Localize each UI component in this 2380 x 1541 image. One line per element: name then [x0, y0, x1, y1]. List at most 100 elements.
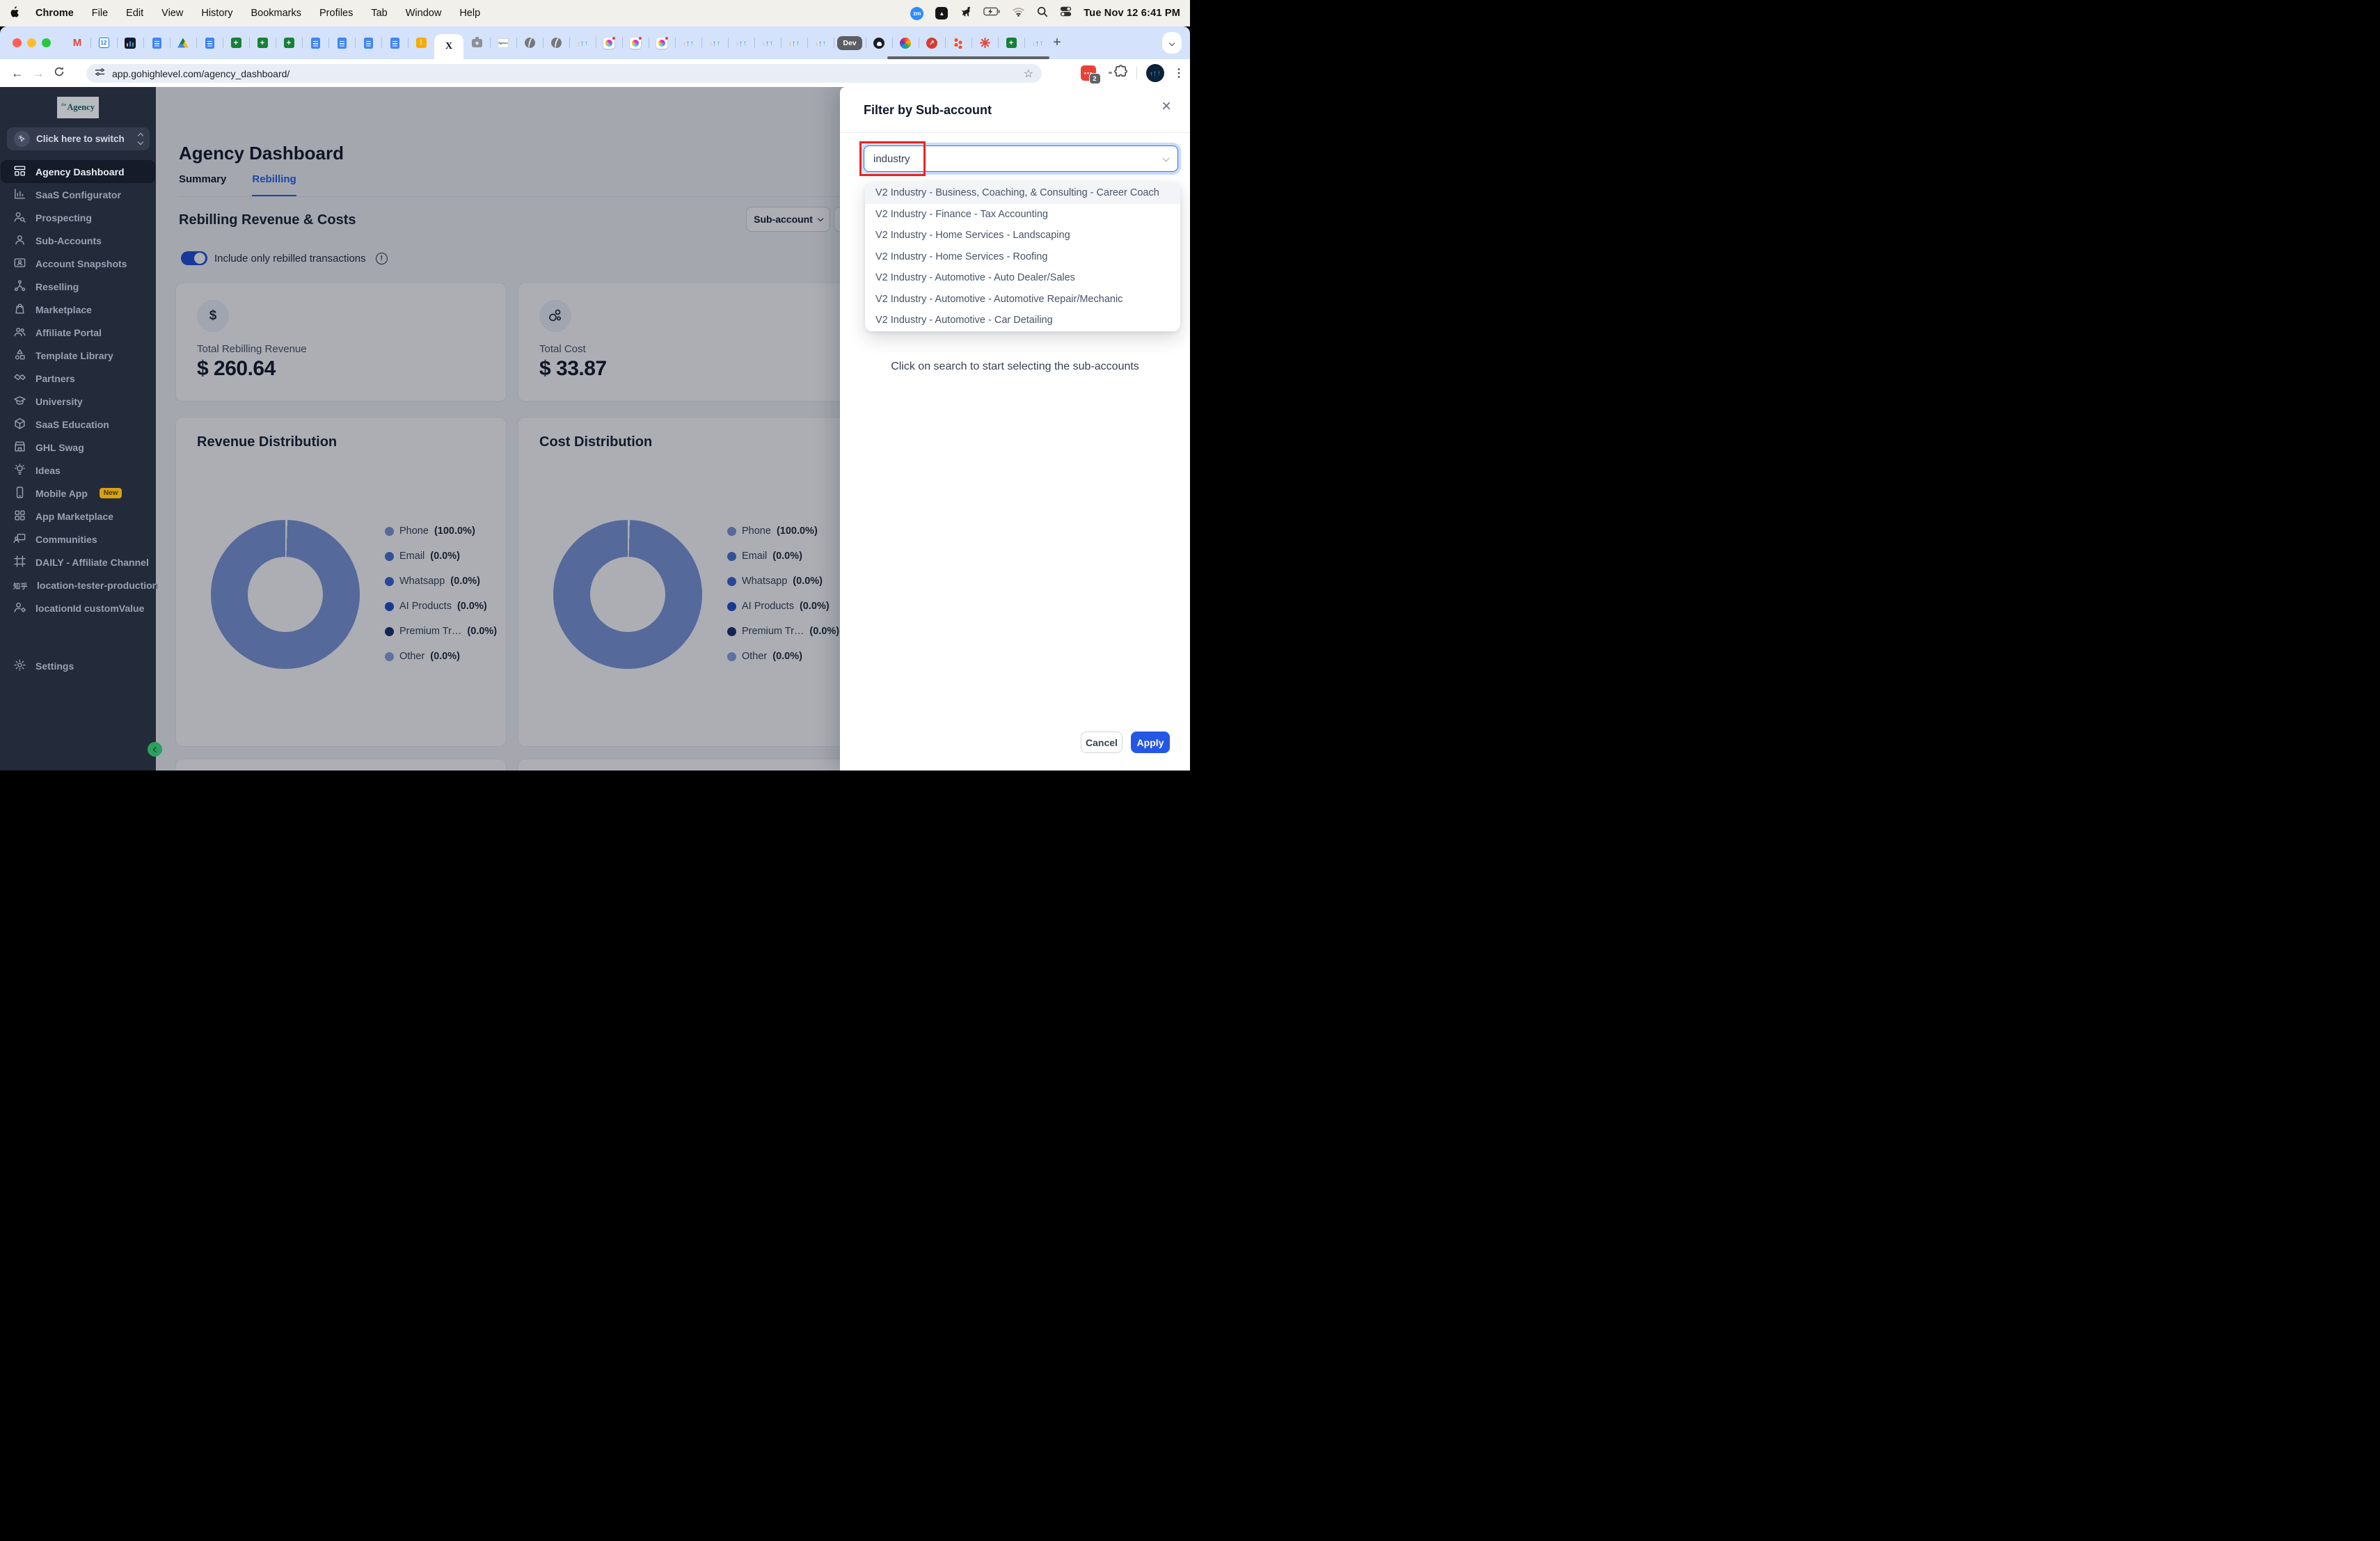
menubar-menu-view[interactable]: View: [161, 8, 183, 19]
sidebar-item-saas-education[interactable]: SaaS Education: [1, 413, 155, 436]
sidebar-item-partners[interactable]: Partners: [1, 367, 155, 390]
browser-tab-arrows-icon[interactable]: ↑↑↑: [675, 26, 701, 59]
spotlight-search-icon[interactable]: [1037, 6, 1048, 21]
sidebar-item-agency-dashboard[interactable]: Agency Dashboard: [1, 160, 155, 183]
browser-tab-arrows-icon[interactable]: ↑↑↑: [569, 26, 596, 59]
browser-tab-calendar-icon[interactable]: 12: [90, 26, 117, 59]
address-bar[interactable]: app.gohighlevel.com/agency_dashboard/ ☆: [86, 64, 1042, 83]
sidebar-item-sub-accounts[interactable]: Sub-Accounts: [1, 229, 155, 252]
browser-tab-x-icon[interactable]: X: [434, 34, 463, 59]
sidebar-item-template-library[interactable]: Template Library: [1, 344, 155, 367]
sidebar-item-affiliate-portal[interactable]: Affiliate Portal: [1, 321, 155, 344]
sidebar-item-ideas[interactable]: Ideas: [1, 459, 155, 482]
sidebar-item-mobile-app[interactable]: Mobile AppNew: [1, 482, 155, 505]
browser-tab-globe-icon[interactable]: [543, 26, 569, 59]
browser-tab-agency-icon[interactable]: Agency: [490, 26, 516, 59]
sidebar-item-app-marketplace[interactable]: App Marketplace: [1, 505, 155, 528]
extensions-puzzle-icon[interactable]: [1114, 65, 1127, 81]
tab-search-button[interactable]: [1162, 32, 1182, 54]
window-zoom-button[interactable]: [42, 38, 51, 47]
sidebar-item-ghl-swag[interactable]: GHL Swag: [1, 436, 155, 459]
forward-button[interactable]: →: [28, 66, 49, 81]
browser-tab-arrows-icon[interactable]: ↑↑↑: [781, 26, 807, 59]
sidebar-item-account-snapshots[interactable]: Account Snapshots: [1, 252, 155, 275]
browser-tab-docs-icon[interactable]: [302, 26, 328, 59]
browser-tab-dev-icon[interactable]: Dev: [834, 26, 866, 59]
browser-tab-arrows-icon[interactable]: ↑↑↑: [701, 26, 728, 59]
menubar-menu-help[interactable]: Help: [459, 8, 480, 19]
chrome-menu-icon[interactable]: ⋮: [1173, 66, 1184, 80]
sidebar-item-settings[interactable]: Settings: [1, 654, 155, 677]
browser-tab-camera-icon[interactable]: [463, 26, 490, 59]
wifi-icon[interactable]: [1012, 7, 1025, 20]
subaccount-option[interactable]: V2 Industry - Business, Coaching, & Cons…: [865, 182, 1180, 204]
subaccount-option[interactable]: V2 Industry - Automotive - Auto Dealer/S…: [865, 267, 1180, 289]
menubar-menu-bookmarks[interactable]: Bookmarks: [251, 8, 301, 19]
browser-tab-orangedots-icon[interactable]: [945, 26, 971, 59]
profile-avatar[interactable]: ↑↑↑: [1146, 64, 1164, 82]
sidebar-item-communities[interactable]: Communities: [1, 528, 155, 551]
sidebar-item-settings[interactable]: Settings: [0, 654, 156, 677]
menubar-menu-history[interactable]: History: [201, 8, 232, 19]
menubar-menu-tab[interactable]: Tab: [371, 8, 387, 19]
new-tab-button[interactable]: +: [1048, 33, 1066, 52]
sidebar-item-locationid-customvalue[interactable]: locationId customValue: [1, 596, 155, 619]
sidebar-item-university[interactable]: University: [1, 390, 155, 413]
menubar-menu-file[interactable]: File: [92, 8, 108, 19]
browser-tab-github-icon[interactable]: [866, 26, 892, 59]
tabstrip-scrollbar[interactable]: [887, 56, 1049, 59]
apply-button[interactable]: Apply: [1131, 732, 1170, 753]
browser-tab-sheets-icon[interactable]: +: [276, 26, 302, 59]
close-icon[interactable]: ×: [1157, 97, 1176, 116]
browser-tab-globe-icon[interactable]: [516, 26, 543, 59]
launcher-app-icon[interactable]: ▲: [935, 7, 948, 19]
browser-tab-clickup-icon[interactable]: [649, 26, 675, 59]
site-settings-icon[interactable]: [95, 67, 105, 81]
subaccount-option[interactable]: V2 Industry - Automotive - Car Detailing: [865, 310, 1180, 331]
browser-tab-ghl-dark-icon[interactable]: [117, 26, 143, 59]
browser-tab-redstar-icon[interactable]: [971, 26, 998, 59]
sidebar-item-reselling[interactable]: Reselling: [1, 275, 155, 298]
account-switcher-button[interactable]: Click here to switch: [7, 127, 150, 150]
reload-button[interactable]: [49, 66, 70, 81]
sidebar-item-daily-affiliate-channel[interactable]: DAILY - Affiliate Channel: [1, 551, 155, 574]
browser-tab-arrows-icon[interactable]: ↑↑↑: [807, 26, 834, 59]
sidebar-item-prospecting[interactable]: Prospecting: [1, 206, 155, 229]
menubar-menu-window[interactable]: Window: [406, 8, 442, 19]
browser-tab-docs-icon[interactable]: [196, 26, 223, 59]
browser-tab-docs-icon[interactable]: [355, 26, 381, 59]
menubar-menu-chrome[interactable]: Chrome: [35, 8, 74, 19]
browser-tab-sheets-icon[interactable]: +: [223, 26, 249, 59]
browser-tab-sheets-icon[interactable]: +: [249, 26, 276, 59]
browser-tab-arrows-icon[interactable]: ↑↑↑: [754, 26, 781, 59]
browser-tab-rainbow-icon[interactable]: [892, 26, 919, 59]
apple-icon[interactable]: [10, 6, 19, 21]
bookmark-star-icon[interactable]: ☆: [1024, 67, 1033, 81]
subaccount-option[interactable]: V2 Industry - Home Services - Landscapin…: [865, 225, 1180, 246]
browser-tab-arrows-icon[interactable]: ↑↑↑: [1024, 26, 1051, 59]
browser-tab-drive-icon[interactable]: [170, 26, 196, 59]
zoom-app-icon[interactable]: zm: [910, 7, 923, 20]
browser-tab-arrows-icon[interactable]: ↑↑↑: [728, 26, 754, 59]
kangaroo-app-icon[interactable]: [960, 6, 971, 21]
browser-tab-gmail-icon[interactable]: M: [64, 26, 90, 59]
cancel-button[interactable]: Cancel: [1081, 732, 1122, 753]
back-button[interactable]: ←: [7, 66, 28, 81]
subaccount-option[interactable]: V2 Industry - Finance - Tax Accounting: [865, 204, 1180, 226]
sidebar-item-marketplace[interactable]: Marketplace: [1, 298, 155, 321]
sidebar-collapse-button[interactable]: [148, 742, 162, 757]
menubar-menu-profiles[interactable]: Profiles: [319, 8, 353, 19]
sidebar-item-location-tester-production[interactable]: 知乎location-tester-production: [1, 574, 155, 596]
browser-tab-docs-icon[interactable]: [143, 26, 170, 59]
menubar-menu-edit[interactable]: Edit: [126, 8, 143, 19]
subaccount-option[interactable]: V2 Industry - Home Services - Roofing: [865, 246, 1180, 268]
browser-tab-docs-icon[interactable]: [328, 26, 355, 59]
browser-tab-clickup-icon[interactable]: [596, 26, 622, 59]
url-text[interactable]: app.gohighlevel.com/agency_dashboard/: [112, 68, 289, 79]
sidebar-item-saas-configurator[interactable]: SaaS Configurator: [1, 183, 155, 206]
window-close-button[interactable]: [13, 38, 22, 47]
extension-icon-red[interactable]: •••2: [1081, 65, 1096, 81]
browser-tab-docs-icon[interactable]: [381, 26, 408, 59]
subaccount-option[interactable]: V2 Industry - Automotive - Automotive Re…: [865, 289, 1180, 310]
window-minimize-button[interactable]: [27, 38, 36, 47]
